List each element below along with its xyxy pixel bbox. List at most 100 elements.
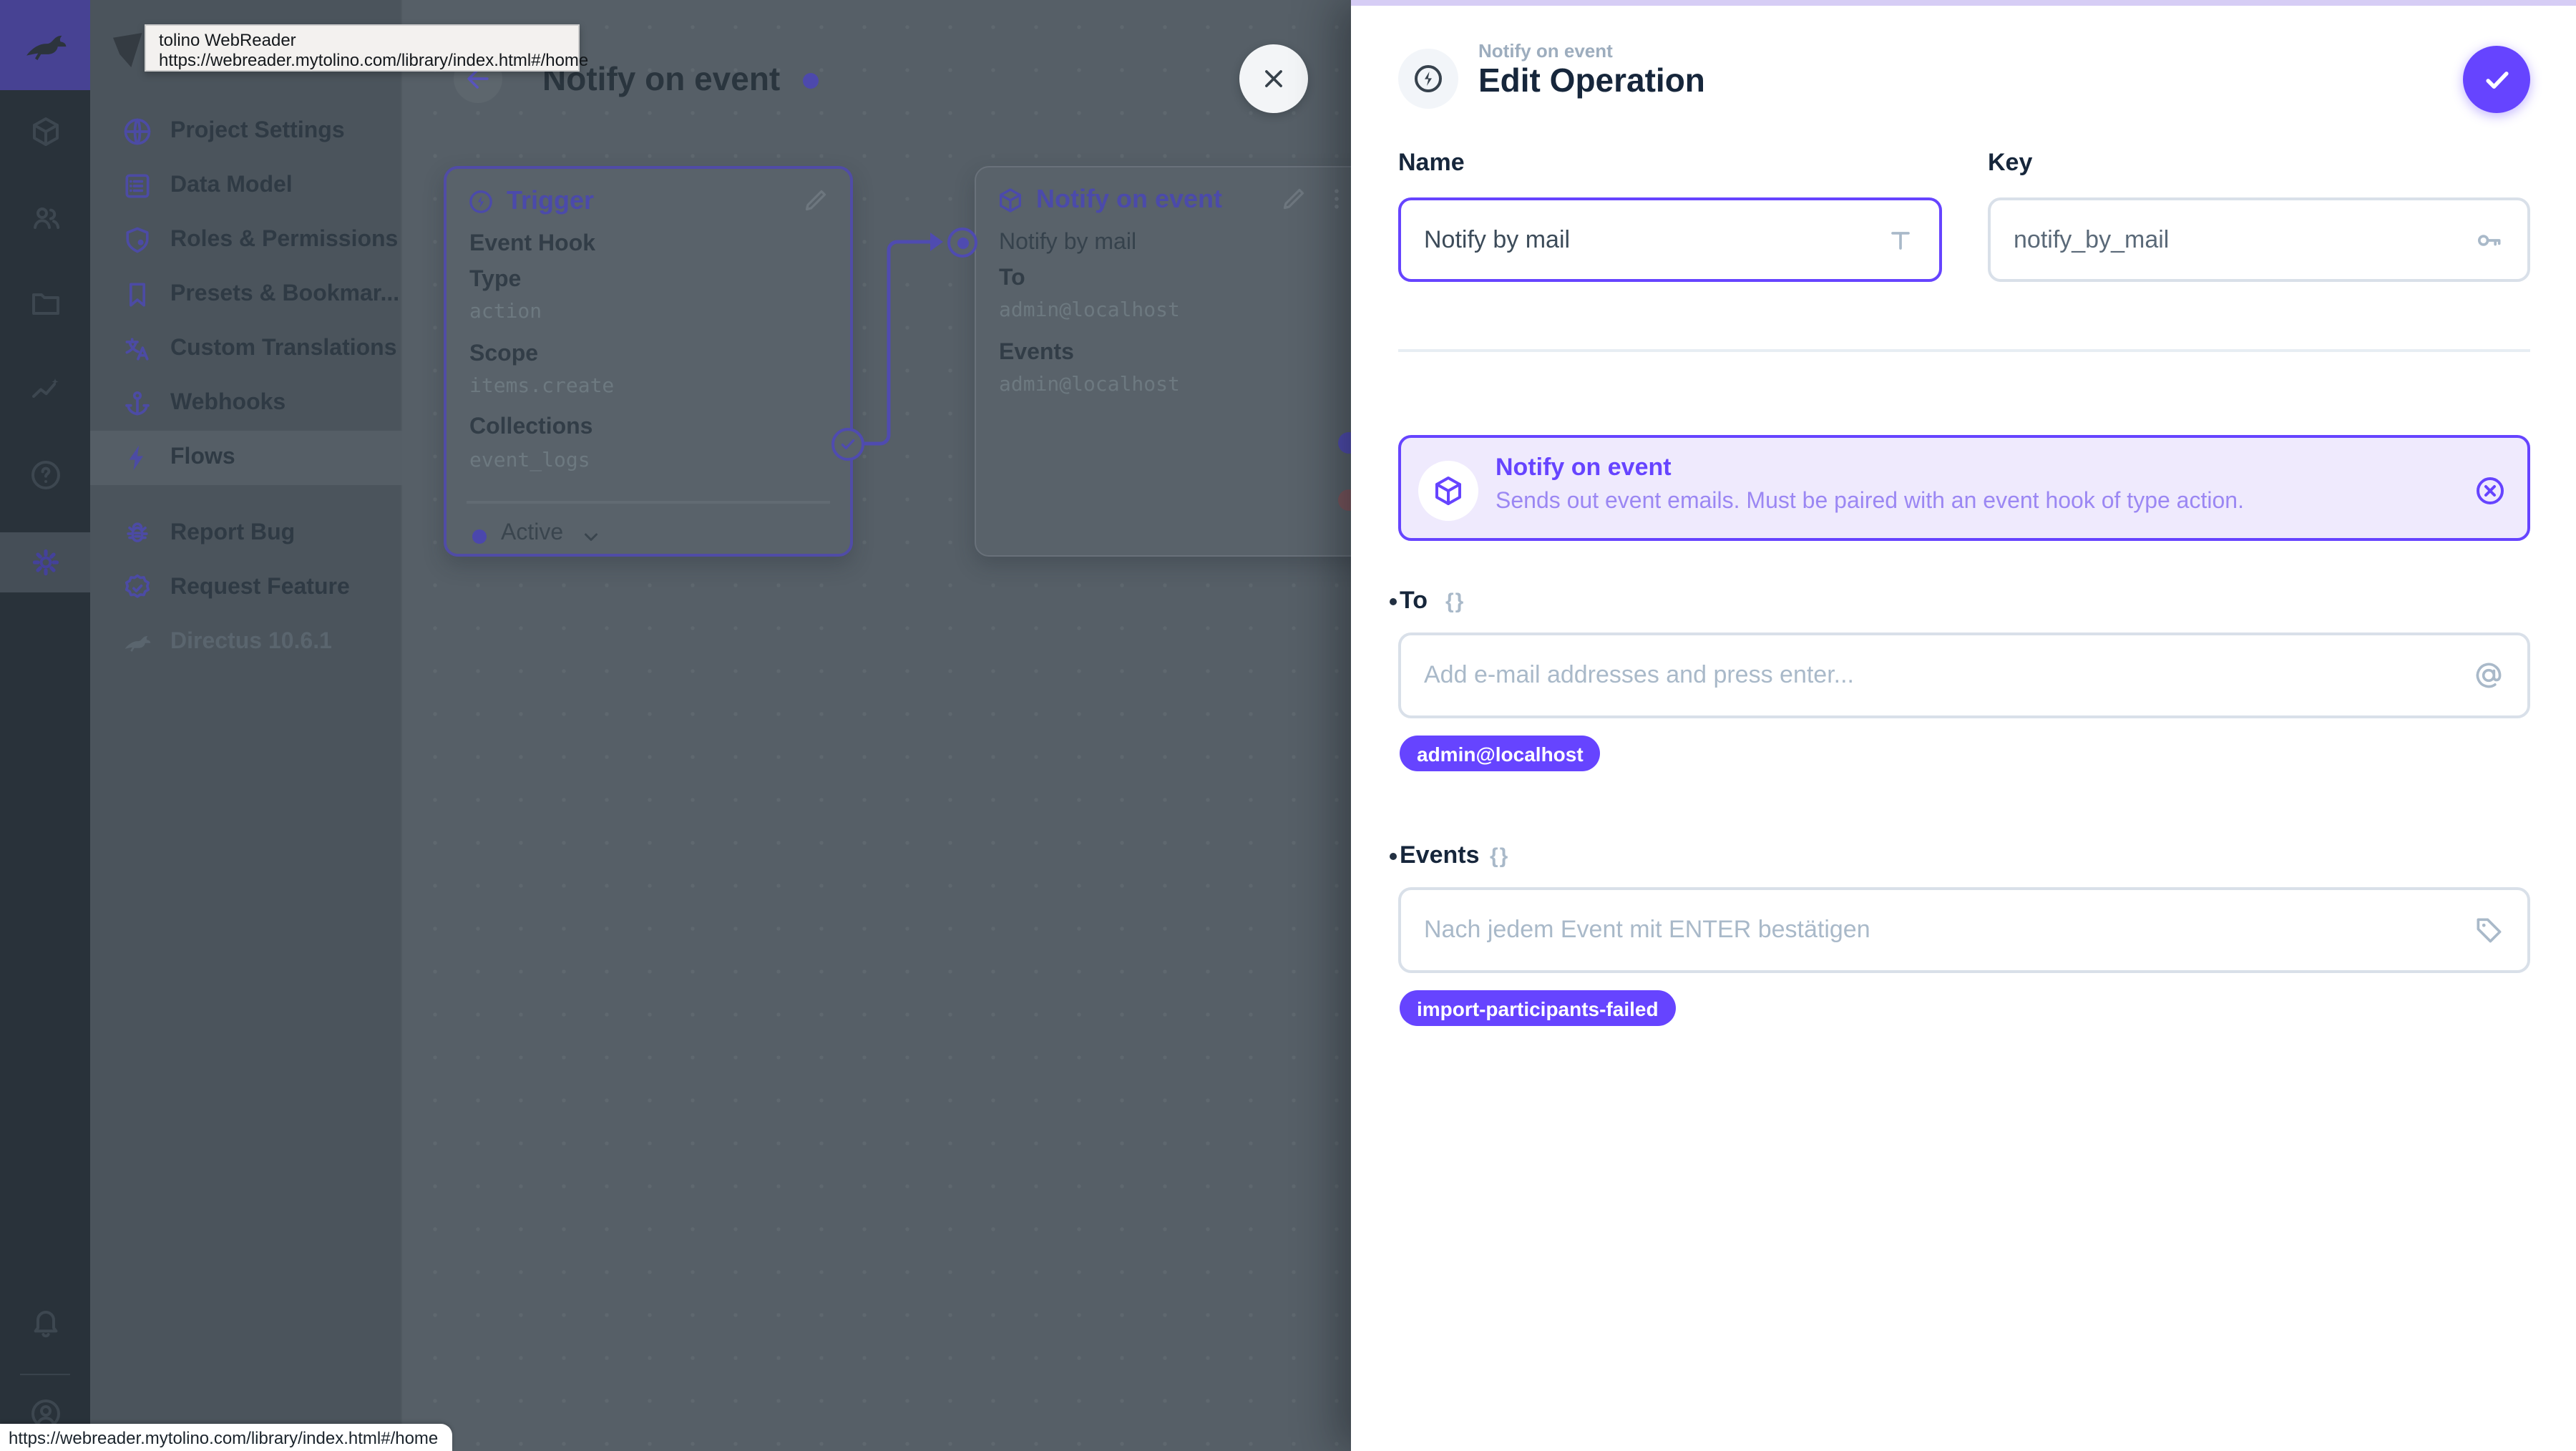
drawer-top-accent [1351, 0, 2576, 6]
sidebar-item-data-model[interactable]: Data Model [90, 159, 402, 213]
sidebar-item-presets-bookmarks[interactable]: Presets & Bookmar... [90, 268, 402, 322]
flow-canvas[interactable]: Notify on event Trigger Event Hook Type … [402, 0, 1351, 1451]
panel-divider [467, 501, 830, 503]
rail-divider [20, 1374, 70, 1375]
save-button[interactable] [2463, 46, 2530, 113]
sidebar-item-flows[interactable]: Flows [90, 431, 402, 485]
cube-icon [996, 185, 1025, 214]
badge-check-icon [122, 572, 153, 604]
module-content-button[interactable] [0, 100, 90, 163]
flow-status-dot [803, 73, 819, 89]
trigger-row-label: Collections [469, 415, 593, 439]
sidebar-item-roles-permissions[interactable]: Roles & Permissions [90, 213, 402, 268]
events-chip[interactable]: import-participants-failed [1400, 990, 1676, 1026]
sidebar-item-request-feature[interactable]: Request Feature [90, 561, 402, 615]
active-status-dot [472, 529, 487, 544]
close-drawer-button[interactable] [1239, 44, 1308, 113]
version-label: Directus 10.6.1 [170, 630, 332, 654]
module-users-button[interactable] [0, 186, 90, 249]
notice-dismiss-icon[interactable] [2473, 474, 2507, 508]
operation-row-value: admin@localhost [999, 373, 1180, 396]
sidebar-item-webhooks[interactable]: Webhooks [90, 376, 402, 431]
sidebar-item-project-settings[interactable]: Project Settings [90, 104, 402, 159]
zap-circle-icon [467, 187, 495, 215]
directus-logo[interactable] [0, 0, 90, 90]
folder-icon [28, 286, 62, 321]
operation-panel[interactable]: Notify on event Notify by mail To admin@… [975, 166, 1351, 557]
trigger-panel-title: Trigger [507, 186, 595, 215]
people-icon [28, 200, 62, 235]
check-icon [2481, 64, 2512, 95]
module-bar [0, 0, 90, 1451]
operation-name: Notify by mail [999, 230, 1137, 255]
sidebar-item-custom-translations[interactable]: Custom Translations [90, 322, 402, 376]
key-input[interactable]: notify_by_mail [1988, 197, 2530, 282]
cube-icon [1431, 474, 1465, 508]
edit-operation-icon[interactable] [1279, 185, 1308, 213]
raw-value-toggle-icon[interactable]: {} [1445, 590, 1465, 614]
data-model-icon [122, 170, 153, 202]
operation-notice: Notify on event Sends out event emails. … [1398, 435, 2530, 541]
operation-input-node[interactable] [947, 228, 977, 258]
to-input-placeholder: Add e-mail addresses and press enter... [1424, 661, 1854, 688]
bookmark-icon [122, 279, 153, 311]
edit-trigger-icon[interactable] [801, 186, 830, 215]
key-icon [2473, 224, 2504, 255]
globe-icon [122, 116, 153, 147]
translate-icon [122, 333, 153, 365]
to-chip[interactable]: admin@localhost [1400, 736, 1601, 771]
trigger-resolve-node[interactable] [831, 428, 864, 461]
key-field-label: Key [1988, 149, 2033, 176]
operation-row-label: Events [999, 341, 1074, 365]
events-field-label: Events [1400, 841, 1480, 869]
sidebar-item-label: Custom Translations [170, 336, 397, 361]
to-input[interactable]: Add e-mail addresses and press enter... [1398, 632, 2530, 718]
module-docs-button[interactable] [0, 444, 90, 507]
rabbit-icon [21, 21, 69, 69]
sidebar-item-report-bug[interactable]: Report Bug [90, 507, 402, 561]
notice-description: Sends out event emails. Must be paired w… [1496, 489, 2244, 514]
name-input[interactable]: Notify by mail [1398, 197, 1942, 282]
trigger-row-value: items.create [469, 375, 615, 398]
sidebar-item-label: Roles & Permissions [170, 228, 399, 252]
notice-cube-icon [1418, 461, 1478, 521]
gear-icon [28, 545, 62, 580]
module-files-button[interactable] [0, 272, 90, 335]
operation-panel-title: Notify on event [1036, 185, 1223, 213]
settings-sidebar: Project Settings Data Model Roles & Perm… [90, 0, 402, 1451]
edit-operation-drawer: Notify on event Edit Operation Name Key … [1351, 0, 2576, 1451]
flow-status-select[interactable]: Active [501, 521, 563, 547]
section-divider [1398, 349, 2530, 352]
raw-value-toggle-icon[interactable]: {} [1490, 844, 1509, 869]
required-dot [1390, 598, 1397, 605]
to-field-label: To [1400, 587, 1428, 614]
sidebar-item-label: Report Bug [170, 521, 296, 545]
chevron-down-icon [578, 524, 604, 549]
events-input[interactable]: Nach jedem Event mit ENTER bestätigen [1398, 887, 2530, 973]
sidebar-item-label: Request Feature [170, 575, 350, 600]
required-dot [1390, 853, 1397, 860]
bolt-icon [122, 442, 153, 474]
operation-row-value: admin@localhost [999, 299, 1180, 322]
trigger-panel-header: Trigger [467, 186, 594, 216]
tooltip-url: https://webreader.mytolino.com/library/i… [159, 50, 589, 70]
module-settings-button[interactable] [0, 532, 90, 592]
trigger-panel[interactable]: Trigger Event Hook Type action Scope ite… [444, 166, 853, 557]
cube-icon [28, 114, 62, 149]
sidebar-item-label: Webhooks [170, 391, 286, 415]
status-url-text: https://webreader.mytolino.com/library/i… [9, 1427, 439, 1447]
trigger-row-value: event_logs [469, 449, 590, 472]
trigger-row-label: Type [469, 268, 522, 292]
trigger-row-label: Event Hook [469, 232, 596, 256]
events-input-placeholder: Nach jedem Event mit ENTER bestätigen [1424, 916, 1870, 943]
key-input-value: notify_by_mail [2014, 225, 2170, 253]
notifications-button[interactable] [0, 1291, 90, 1354]
shield-icon [122, 225, 153, 256]
browser-tooltip: tolino WebReader https://webreader.mytol… [145, 24, 589, 72]
sidebar-item-label: Flows [170, 445, 235, 469]
close-icon [1258, 63, 1289, 94]
operation-menu-icon[interactable] [1322, 185, 1351, 213]
bug-icon [122, 518, 153, 549]
drawer-title: Edit Operation [1478, 62, 1705, 99]
module-insights-button[interactable] [0, 358, 90, 421]
